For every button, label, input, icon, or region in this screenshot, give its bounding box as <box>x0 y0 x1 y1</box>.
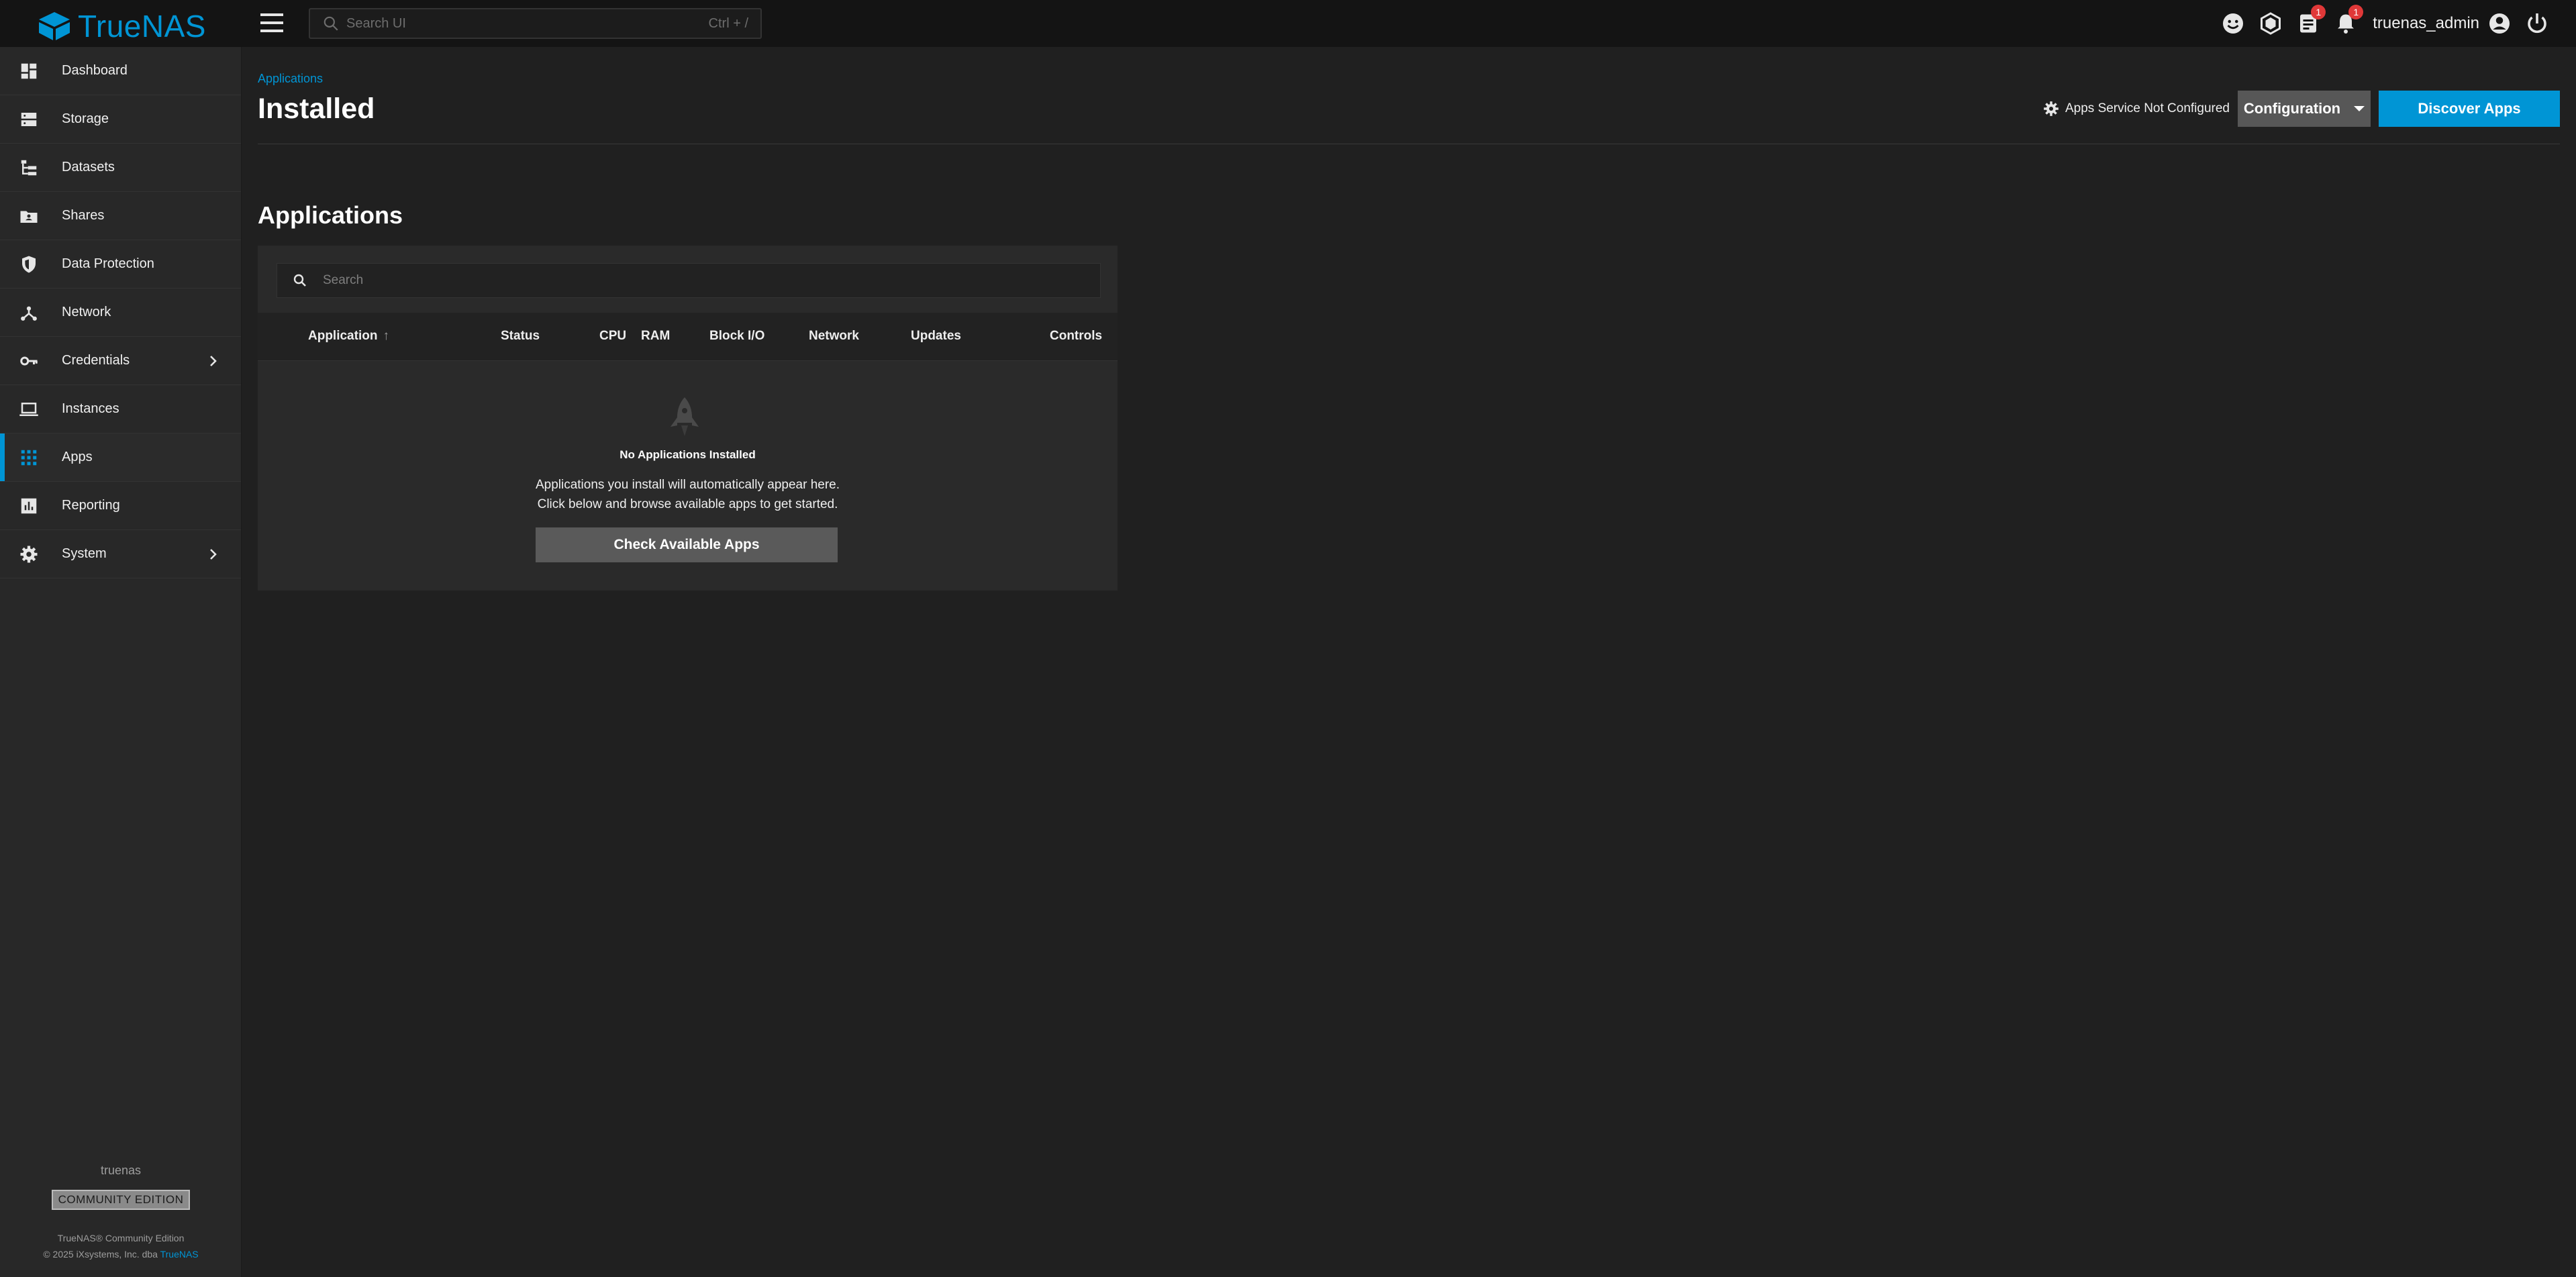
sidebar: Dashboard Storage Datasets Shares Data P… <box>0 47 242 1277</box>
applications-section-title: Applications <box>258 201 403 229</box>
system-icon <box>19 544 39 564</box>
storage-icon <box>19 109 39 130</box>
arrow-up-icon: ↑ <box>383 329 389 343</box>
username[interactable]: truenas_admin <box>2373 14 2479 33</box>
reporting-icon <box>19 496 39 516</box>
page-header-actions: Apps Service Not Configured Configuratio… <box>2042 91 2560 127</box>
sidebar-item-network[interactable]: Network <box>0 289 241 337</box>
rocket-icon <box>671 397 699 436</box>
datasets-icon <box>19 158 39 178</box>
top-bar-actions: 1 1 truenas_admin <box>2208 0 2549 47</box>
network-icon <box>19 303 39 323</box>
breadcrumb[interactable]: Applications <box>258 72 323 86</box>
column-label: Application <box>308 329 378 343</box>
sidebar-item-instances[interactable]: Instances <box>0 385 241 433</box>
sidebar-item-label: Dashboard <box>62 63 128 78</box>
apps-search-input[interactable] <box>323 273 1085 288</box>
sidebar-footer: truenas COMMUNITY EDITION TrueNAS® Commu… <box>0 1164 242 1262</box>
power-icon[interactable] <box>2525 11 2549 36</box>
jobs-badge: 1 <box>2311 5 2326 19</box>
brand-name: TrueNAS <box>78 9 206 44</box>
copyright: © 2025 iXsystems, Inc. dba TrueNAS <box>0 1246 242 1262</box>
column-header-status[interactable]: Status <box>501 329 540 344</box>
search-shortcut-hint: Ctrl + / <box>708 15 748 31</box>
caret-down-icon <box>2354 106 2365 111</box>
discover-apps-label: Discover Apps <box>2418 100 2521 117</box>
sidebar-item-shares[interactable]: Shares <box>0 192 241 240</box>
truenas-link[interactable]: TrueNAS <box>160 1249 199 1260</box>
sidebar-item-reporting[interactable]: Reporting <box>0 482 241 530</box>
sidebar-item-datasets[interactable]: Datasets <box>0 144 241 192</box>
check-available-apps-button[interactable]: Check Available Apps <box>536 527 838 562</box>
chevron-right-icon <box>210 549 217 560</box>
configuration-button[interactable]: Configuration <box>2238 91 2371 127</box>
apps-icon <box>19 448 39 468</box>
truecommand-icon[interactable] <box>2259 11 2283 36</box>
empty-state-description: Applications you install will automatica… <box>258 475 1118 514</box>
column-header-cpu[interactable]: CPU <box>599 329 626 344</box>
truenas-logo[interactable]: TrueNAS <box>36 8 206 44</box>
column-header-controls: Controls <box>1050 329 1103 343</box>
sidebar-item-label: Apps <box>62 450 93 464</box>
instances-icon <box>19 399 39 419</box>
copyright-text: © 2025 iXsystems, Inc. dba <box>43 1249 160 1260</box>
search-icon <box>293 274 306 287</box>
search-icon <box>324 16 338 31</box>
hamburger-menu-icon[interactable] <box>260 13 283 32</box>
sidebar-item-system[interactable]: System <box>0 530 241 578</box>
discover-apps-button[interactable]: Discover Apps <box>2379 91 2560 127</box>
apps-table-header: Application ↑ Status CPU RAM Block I/O Ne… <box>258 313 1118 361</box>
sidebar-item-label: Shares <box>62 208 105 223</box>
jobs-icon[interactable]: 1 <box>2296 5 2326 36</box>
data-protection-icon <box>19 254 39 274</box>
sidebar-item-label: Data Protection <box>62 256 154 271</box>
sidebar-item-label: Network <box>62 305 111 319</box>
empty-state: No Applications Installed Applications y… <box>258 361 1118 591</box>
empty-state-line-1: Applications you install will automatica… <box>535 478 840 492</box>
column-header-updates[interactable]: Updates <box>911 329 961 344</box>
account-circle-icon[interactable] <box>2487 11 2512 36</box>
service-status-text: Apps Service Not Configured <box>2065 101 2230 115</box>
shares-icon <box>19 206 39 226</box>
global-search-bar[interactable]: Ctrl + / <box>309 8 762 39</box>
gear-icon <box>2044 101 2059 116</box>
column-header-application[interactable]: Application ↑ <box>308 329 389 344</box>
edition-badge: COMMUNITY EDITION <box>51 1190 191 1210</box>
truenas-logo-icon <box>39 12 70 40</box>
sidebar-item-label: Credentials <box>62 353 130 368</box>
sidebar-item-data-protection[interactable]: Data Protection <box>0 240 241 289</box>
column-header-network[interactable]: Network <box>809 329 859 344</box>
sidebar-item-label: Storage <box>62 111 109 126</box>
feedback-icon[interactable] <box>2221 11 2245 36</box>
installed-apps-card: Application ↑ Status CPU RAM Block I/O Ne… <box>258 246 1118 591</box>
dashboard-icon <box>19 61 39 81</box>
page-title: Installed <box>258 93 375 125</box>
hostname: truenas <box>100 1164 142 1177</box>
apps-search-box[interactable] <box>277 263 1101 298</box>
chevron-right-icon <box>210 356 217 366</box>
apps-service-status[interactable]: Apps Service Not Configured <box>2042 100 2230 117</box>
column-header-ram[interactable]: RAM <box>641 329 670 344</box>
notifications-icon[interactable]: 1 <box>2334 5 2364 36</box>
global-search-input[interactable] <box>346 15 709 32</box>
notifications-badge: 1 <box>2348 5 2364 19</box>
configuration-label: Configuration <box>2243 100 2341 117</box>
sidebar-item-apps[interactable]: Apps <box>0 433 241 482</box>
top-bar: TrueNAS Ctrl + / 1 <box>0 0 2576 47</box>
sidebar-item-label: Reporting <box>62 498 120 513</box>
empty-state-line-2: Click below and browse available apps to… <box>537 497 838 511</box>
sidebar-item-dashboard[interactable]: Dashboard <box>0 47 241 95</box>
sidebar-item-credentials[interactable]: Credentials <box>0 337 241 385</box>
sidebar-item-label: Instances <box>62 401 119 416</box>
empty-state-title: No Applications Installed <box>620 448 756 461</box>
credentials-icon <box>19 351 39 371</box>
sidebar-item-storage[interactable]: Storage <box>0 95 241 144</box>
apps-search-area <box>258 246 1118 313</box>
sidebar-item-label: System <box>62 546 107 561</box>
column-header-block-io[interactable]: Block I/O <box>709 329 764 344</box>
sidebar-item-label: Datasets <box>62 160 115 174</box>
product-line: TrueNAS® Community Edition <box>57 1233 185 1243</box>
